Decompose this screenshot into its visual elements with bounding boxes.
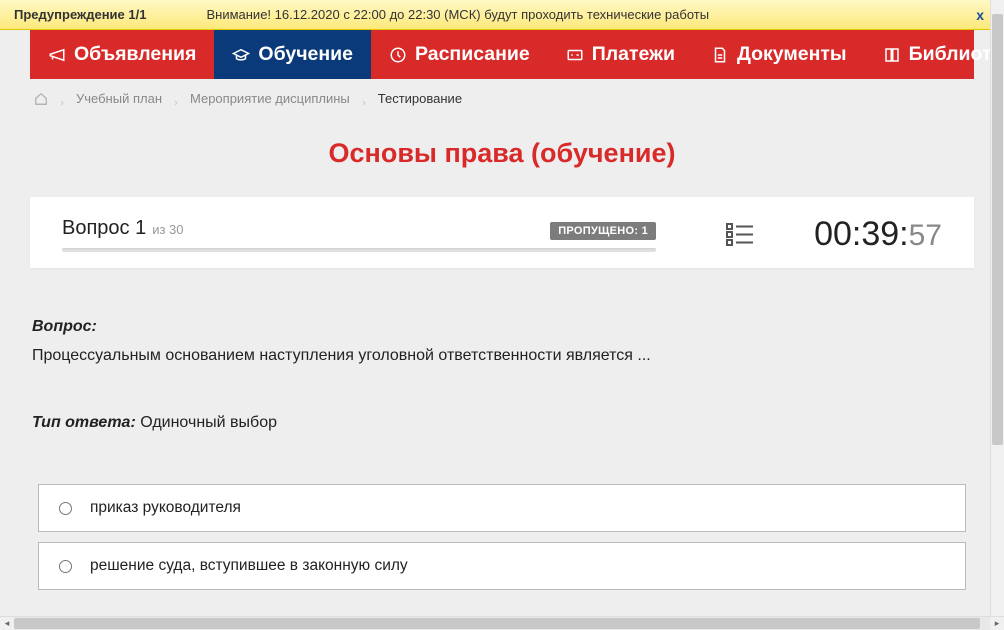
scroll-right-arrow[interactable]: ▸ [990,618,1004,629]
page-title: Основы права (обучение) [0,138,1004,169]
vertical-scrollbar[interactable] [990,0,1004,616]
scrollbar-thumb[interactable] [992,14,1003,445]
answer-radio[interactable] [59,502,72,515]
answer-option[interactable]: решение суда, вступившее в законную силу [38,542,966,590]
nav-label: Платежи [592,43,675,66]
graduation-cap-icon [232,46,250,64]
book-icon [883,46,901,64]
question-total: из 30 [152,222,183,237]
question-text: Процессуальным основанием наступления уг… [32,344,972,368]
nav-announcements[interactable]: Объявления [30,30,214,79]
question-content: Вопрос: Процессуальным основанием наступ… [0,268,1004,590]
nav-documents[interactable]: Документы [693,30,865,79]
breadcrumb-link[interactable]: Учебный план [76,91,162,106]
breadcrumb-current: Тестирование [378,91,462,106]
answer-option[interactable]: приказ руководителя [38,484,966,532]
home-icon[interactable] [34,92,48,106]
scrollbar-track[interactable] [14,617,990,630]
warning-message: Внимание! 16.12.2020 с 22:00 до 22:30 (М… [206,7,970,22]
skipped-badge: ПРОПУЩЕНО: 1 [550,222,656,240]
timer-main: 00:39: [814,215,909,254]
timer-seconds: 57 [909,219,942,253]
answer-radio[interactable] [59,560,72,573]
main-nav: Объявления Обучение Расписание Платежи Д… [30,30,974,79]
breadcrumb-link[interactable]: Мероприятие дисциплины [190,91,350,106]
answer-type-value: Одиночный выбор [136,414,277,431]
answer-text: решение суда, вступившее в законную силу [90,557,408,575]
chevron-right-icon [58,95,66,103]
payment-icon [566,46,584,64]
nav-library[interactable]: Библиотека [865,30,1004,79]
answer-text: приказ руководителя [90,499,241,517]
nav-schedule[interactable]: Расписание [371,30,548,79]
megaphone-icon [48,46,66,64]
question-number: Вопрос 1 [62,217,146,240]
scroll-left-arrow[interactable]: ◂ [0,618,14,629]
scrollbar-thumb[interactable] [14,618,980,629]
nav-label: Документы [737,43,847,66]
warning-close-button[interactable]: x [970,7,990,23]
chevron-right-icon [172,95,180,103]
nav-learning[interactable]: Обучение [214,30,371,79]
nav-label: Обучение [258,43,353,66]
clock-icon [389,46,407,64]
test-header-panel: Вопрос 1 из 30 ПРОПУЩЕНО: 1 00:39:57 [30,197,974,268]
question-list-icon[interactable] [726,222,754,248]
answer-type-label: Тип ответа: [32,414,136,431]
nav-payments[interactable]: Платежи [548,30,693,79]
warning-title: Предупреждение 1/1 [14,7,146,22]
timer: 00:39:57 [814,215,942,254]
breadcrumb: Учебный план Мероприятие дисциплины Тест… [0,79,1004,118]
nav-label: Расписание [415,43,530,66]
question-label: Вопрос: [32,318,972,336]
nav-label: Объявления [74,43,196,66]
answers-list: приказ руководителя решение суда, вступи… [32,484,972,590]
progress-bar [62,248,656,252]
chevron-right-icon [360,95,368,103]
horizontal-scrollbar[interactable]: ◂ ▸ [0,616,1004,630]
warning-bar: Предупреждение 1/1 Внимание! 16.12.2020 … [0,0,1004,30]
document-icon [711,46,729,64]
